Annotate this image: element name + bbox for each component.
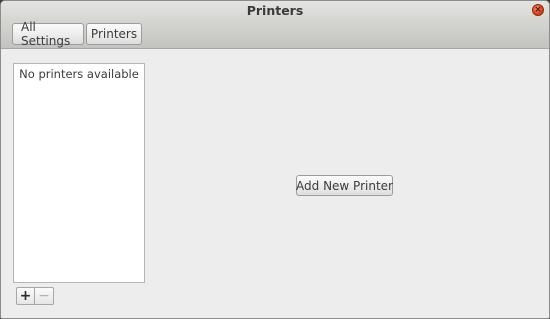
printer-list[interactable]: No printers available <box>13 63 145 283</box>
printers-breadcrumb-button[interactable]: Printers <box>86 23 142 45</box>
add-printer-icon-button[interactable]: + <box>16 287 35 305</box>
window-title: Printers <box>246 3 304 18</box>
printers-window: Printers × All Settings Printers No prin… <box>0 0 550 319</box>
close-icon[interactable]: × <box>532 4 544 16</box>
list-toolbar: + − <box>16 287 54 305</box>
title-bar[interactable]: Printers × All Settings Printers <box>1 1 549 49</box>
remove-printer-icon-button[interactable]: − <box>35 287 54 305</box>
all-settings-button[interactable]: All Settings <box>12 20 84 48</box>
add-new-printer-button[interactable]: Add New Printer <box>296 175 393 196</box>
empty-list-message: No printers available <box>19 67 139 81</box>
